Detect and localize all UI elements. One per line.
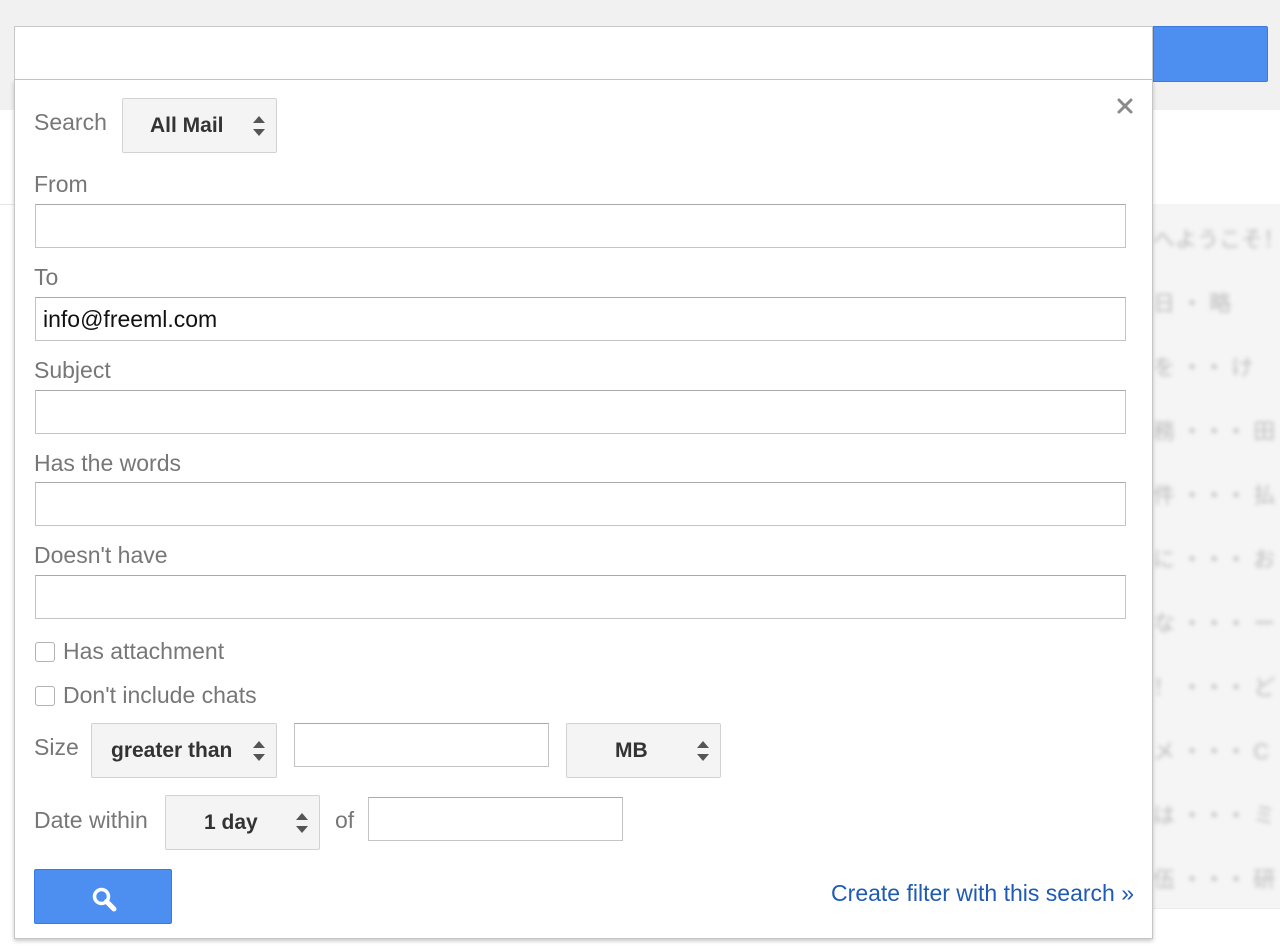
list-item: へようこそ！ xyxy=(1153,204,1280,269)
list-item: を ・・ け xyxy=(1153,332,1280,397)
no-chats-label[interactable]: Don't include chats xyxy=(63,682,257,709)
size-value-input[interactable] xyxy=(294,723,549,767)
subject-field[interactable] xyxy=(35,390,1126,434)
size-unit-value: MB xyxy=(615,739,648,762)
select-arrows-icon xyxy=(295,810,309,836)
select-arrows-icon xyxy=(252,738,266,764)
size-operator-value: greater than xyxy=(111,739,233,762)
has-words-label: Has the words xyxy=(34,450,182,476)
size-unit-select[interactable]: MB xyxy=(566,723,721,778)
search-icon xyxy=(92,887,117,912)
list-item: 務 ・・・ 田 xyxy=(1153,396,1280,461)
date-within-label: Date within xyxy=(34,807,148,833)
search-scope-select[interactable]: All Mail xyxy=(122,98,277,153)
has-attachment-checkbox[interactable] xyxy=(35,642,55,662)
list-item: 伍 ・・・ 研 xyxy=(1153,844,1280,909)
subject-label: Subject xyxy=(34,357,111,383)
list-item: に ・・・ お xyxy=(1153,524,1280,589)
has-words-field[interactable] xyxy=(35,482,1126,526)
size-label: Size xyxy=(34,734,79,760)
list-item: 日 ・ 略 xyxy=(1153,268,1280,333)
date-of-input[interactable] xyxy=(368,797,623,841)
date-within-value: 1 day xyxy=(204,811,258,834)
date-within-select[interactable]: 1 day xyxy=(165,795,320,850)
close-icon[interactable] xyxy=(1115,96,1135,116)
no-chats-checkbox[interactable] xyxy=(35,686,55,706)
date-of-label: of xyxy=(335,807,355,833)
select-arrows-icon xyxy=(696,738,710,764)
search-button[interactable] xyxy=(34,869,172,924)
search-scope-value: All Mail xyxy=(150,114,224,137)
list-item: 件 ・・・ 払 xyxy=(1153,460,1280,525)
search-input[interactable] xyxy=(14,26,1153,80)
list-item: は ・・・ ミ xyxy=(1153,780,1280,845)
size-operator-select[interactable]: greater than xyxy=(91,723,277,778)
advanced-search-panel: Search All Mail From To info@freeml.com … xyxy=(14,80,1153,939)
list-item: メ ・・・ C xyxy=(1153,716,1280,781)
from-field[interactable] xyxy=(35,204,1126,248)
doesnt-have-label: Doesn't have xyxy=(34,542,168,568)
to-field[interactable]: info@freeml.com xyxy=(35,297,1126,341)
create-filter-link[interactable]: Create filter with this search » xyxy=(831,880,1134,907)
search-scope-label: Search xyxy=(34,109,107,135)
select-arrows-icon xyxy=(252,113,266,139)
to-label: To xyxy=(34,264,59,290)
list-item: な ・・・ ー xyxy=(1153,588,1280,653)
has-attachment-label[interactable]: Has attachment xyxy=(63,638,224,665)
from-label: From xyxy=(34,171,88,197)
search-submit-button[interactable] xyxy=(1153,26,1268,82)
list-item: ！ ・・・ ど xyxy=(1153,652,1280,717)
doesnt-have-field[interactable] xyxy=(35,575,1126,619)
